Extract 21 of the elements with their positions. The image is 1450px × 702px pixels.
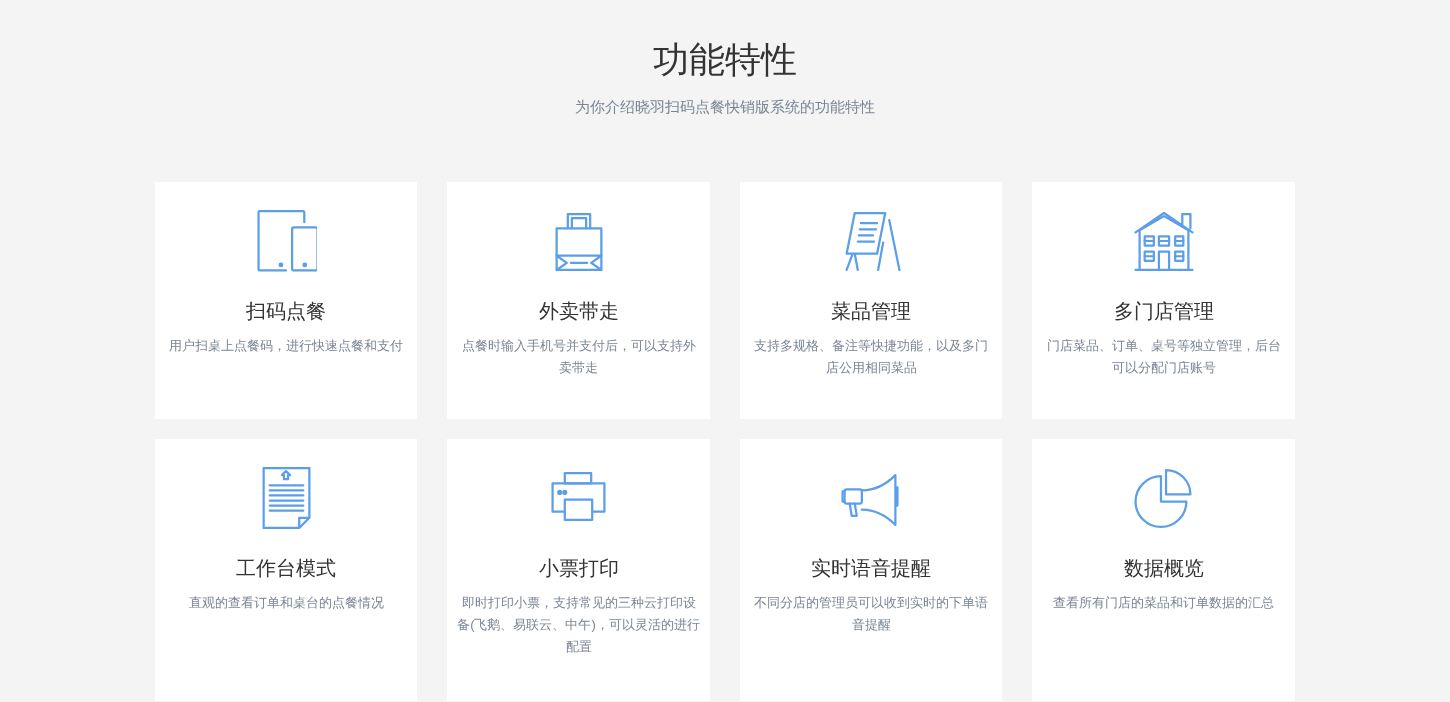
house-icon (1132, 209, 1195, 272)
feature-title: 菜品管理 (831, 298, 911, 324)
feature-title: 外卖带走 (538, 298, 619, 324)
feature-description: 直观的查看订单和桌台的点餐情况 (187, 593, 385, 612)
feature-title: 数据概览 (1123, 555, 1204, 581)
feature-title: 扫码点餐 (246, 298, 326, 324)
feature-title: 小票打印 (538, 555, 619, 581)
feature-description: 支持多规格、备注等快捷功能，以及多门店公用相同菜品 (753, 336, 989, 377)
feature-title: 工作台模式 (236, 555, 336, 581)
feature-description: 查看所有门店的菜品和订单数据的汇总 (1052, 593, 1275, 612)
feature-title: 实时语音提醒 (811, 555, 931, 581)
feature-description: 门店菜品、订单、桌号等独立管理，后台可以分配门店账号 (1045, 336, 1282, 377)
feature-description: 用户扫桌上点餐码，进行快速点餐和支付 (168, 336, 404, 355)
devices-icon (255, 209, 317, 272)
feature-description: 不同分店的管理员可以收到实时的下单语音提醒 (753, 593, 989, 634)
pie-icon (1132, 466, 1195, 529)
feature-description: 即时打印小票，支持常见的三种云打印设备(飞鹅、易联云、中午)，可以灵活的进行配置 (456, 593, 701, 656)
feature-description: 点餐时输入手机号并支付后，可以支持外卖带走 (460, 336, 697, 377)
feature-title: 多门店管理 (1113, 298, 1214, 324)
section-subtitle: 为你介绍晓羽扫码点餐快销版系统的功能特性 (575, 97, 875, 117)
section-title: 功能特性 (653, 38, 797, 82)
